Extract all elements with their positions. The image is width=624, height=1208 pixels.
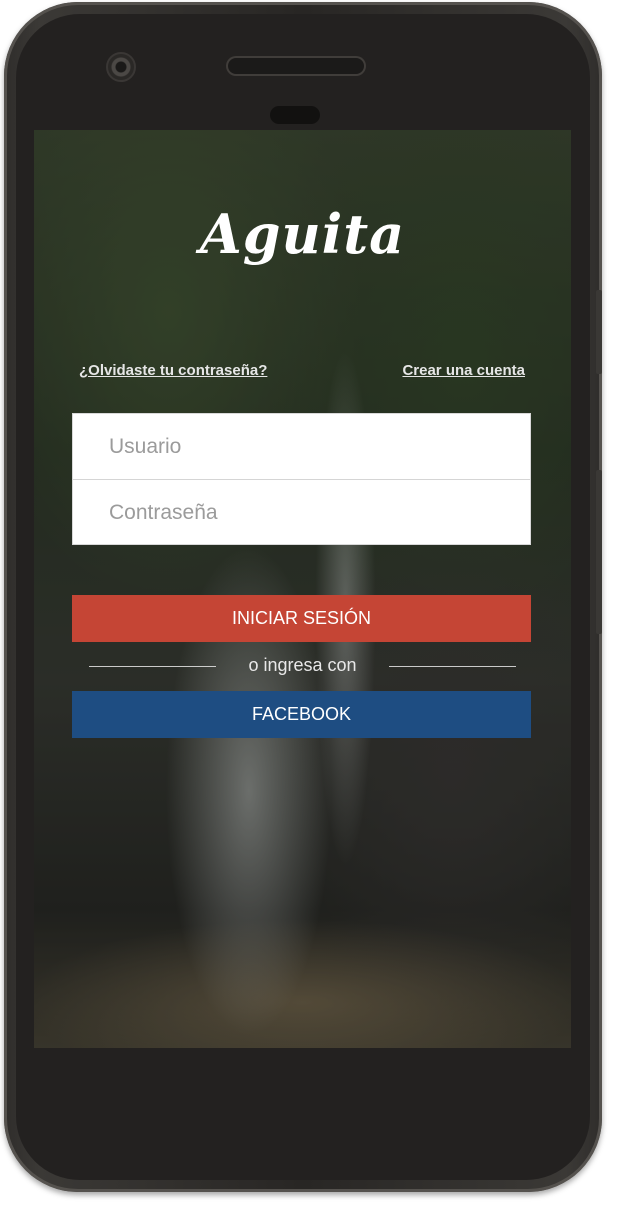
app-screen: Aguita ¿Olvidaste tu contraseña? Crear u… — [34, 130, 571, 1048]
app-logo: Aguita — [199, 202, 406, 266]
proximity-sensor — [270, 106, 320, 124]
facebook-login-button[interactable]: FACEBOOK — [72, 691, 531, 738]
earpiece-speaker-icon — [228, 58, 364, 74]
login-content: Aguita ¿Olvidaste tu contraseña? Crear u… — [34, 130, 571, 1048]
login-button[interactable]: INICIAR SESIÓN — [72, 595, 531, 642]
separator-line-right — [389, 666, 516, 667]
create-account-link[interactable]: Crear una cuenta — [402, 362, 525, 379]
forgot-password-link[interactable]: ¿Olvidaste tu contraseña? — [79, 362, 267, 379]
username-input[interactable] — [73, 414, 530, 479]
login-form — [72, 413, 531, 545]
front-camera-icon — [106, 52, 136, 82]
social-login-separator: o ingresa con — [89, 652, 516, 680]
power-button — [596, 470, 602, 634]
password-input[interactable] — [73, 480, 530, 545]
volume-button — [596, 290, 602, 374]
